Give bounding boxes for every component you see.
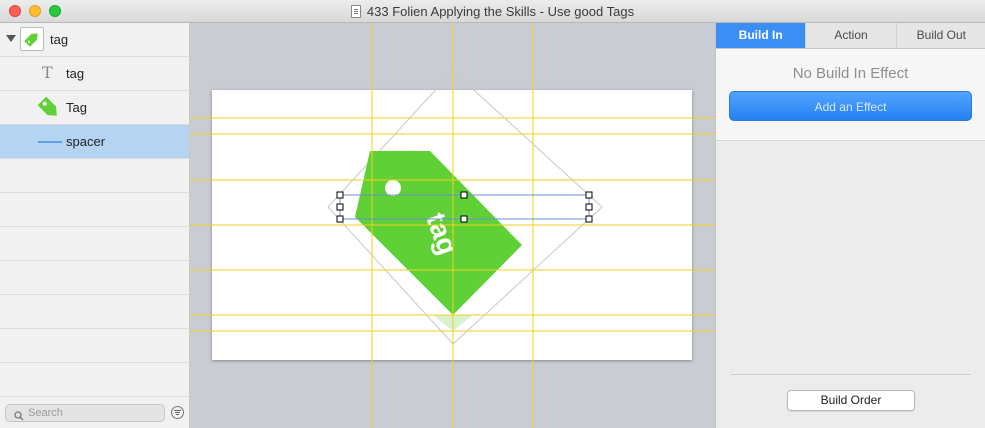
resize-handle[interactable] bbox=[585, 215, 593, 223]
sidebar-item-tag-shape[interactable]: Tag bbox=[0, 91, 189, 125]
empty-row bbox=[0, 193, 189, 227]
effect-panel: No Build In Effect Add an Effect bbox=[716, 49, 985, 141]
title-bar: 433 Folien Applying the Skills - Use goo… bbox=[0, 0, 985, 23]
sidebar-item-label: Tag bbox=[66, 100, 87, 115]
add-effect-button[interactable]: Add an Effect bbox=[729, 91, 972, 121]
resize-handle[interactable] bbox=[460, 215, 468, 223]
search-input[interactable]: Search bbox=[5, 404, 165, 422]
empty-row bbox=[0, 329, 189, 363]
tab-build-in[interactable]: Build In bbox=[716, 23, 807, 48]
search-icon bbox=[14, 408, 24, 426]
tag-shape-icon bbox=[36, 95, 62, 126]
empty-row bbox=[0, 363, 189, 397]
resize-handle[interactable] bbox=[336, 203, 344, 211]
filter-icon[interactable] bbox=[171, 406, 184, 419]
line-icon bbox=[38, 141, 62, 143]
slide-overlay: tag bbox=[190, 23, 714, 428]
tab-build-out[interactable]: Build Out bbox=[897, 23, 985, 48]
text-icon: T bbox=[42, 63, 53, 82]
empty-row bbox=[0, 227, 189, 261]
empty-effect-message: No Build In Effect bbox=[792, 65, 909, 82]
alignment-guides bbox=[190, 23, 714, 428]
sidebar-item-label: tag bbox=[66, 66, 85, 81]
resize-handle[interactable] bbox=[460, 191, 468, 199]
group-label: tag bbox=[50, 32, 69, 47]
divider bbox=[731, 374, 971, 375]
sidebar-item-tag-text[interactable]: T tag bbox=[0, 57, 189, 91]
build-order-button[interactable]: Build Order bbox=[787, 390, 915, 411]
resize-handle[interactable] bbox=[585, 203, 593, 211]
slide-canvas[interactable]: tag bbox=[190, 23, 714, 428]
object-list-sidebar: tag T tag Tag spacer Search bbox=[0, 23, 190, 428]
window-title: 433 Folien Applying the Skills - Use goo… bbox=[366, 3, 635, 19]
resize-handle[interactable] bbox=[336, 215, 344, 223]
animate-inspector: Build In Action Build Out No Build In Ef… bbox=[715, 23, 985, 428]
tag-thumbnail-icon bbox=[20, 27, 44, 51]
tab-action[interactable]: Action bbox=[806, 23, 897, 48]
sidebar-item-label: spacer bbox=[66, 134, 106, 149]
disclosure-triangle-icon[interactable] bbox=[6, 35, 16, 42]
empty-row bbox=[0, 295, 189, 329]
empty-row bbox=[0, 261, 189, 295]
document-icon bbox=[350, 4, 361, 18]
inspector-tabs: Build In Action Build Out bbox=[716, 23, 985, 49]
object-group-row[interactable]: tag bbox=[0, 23, 189, 57]
sidebar-item-spacer[interactable]: spacer bbox=[0, 125, 189, 159]
empty-row bbox=[0, 159, 189, 193]
search-placeholder: Search bbox=[28, 407, 63, 419]
resize-handle[interactable] bbox=[585, 191, 593, 199]
resize-handle[interactable] bbox=[336, 191, 344, 199]
